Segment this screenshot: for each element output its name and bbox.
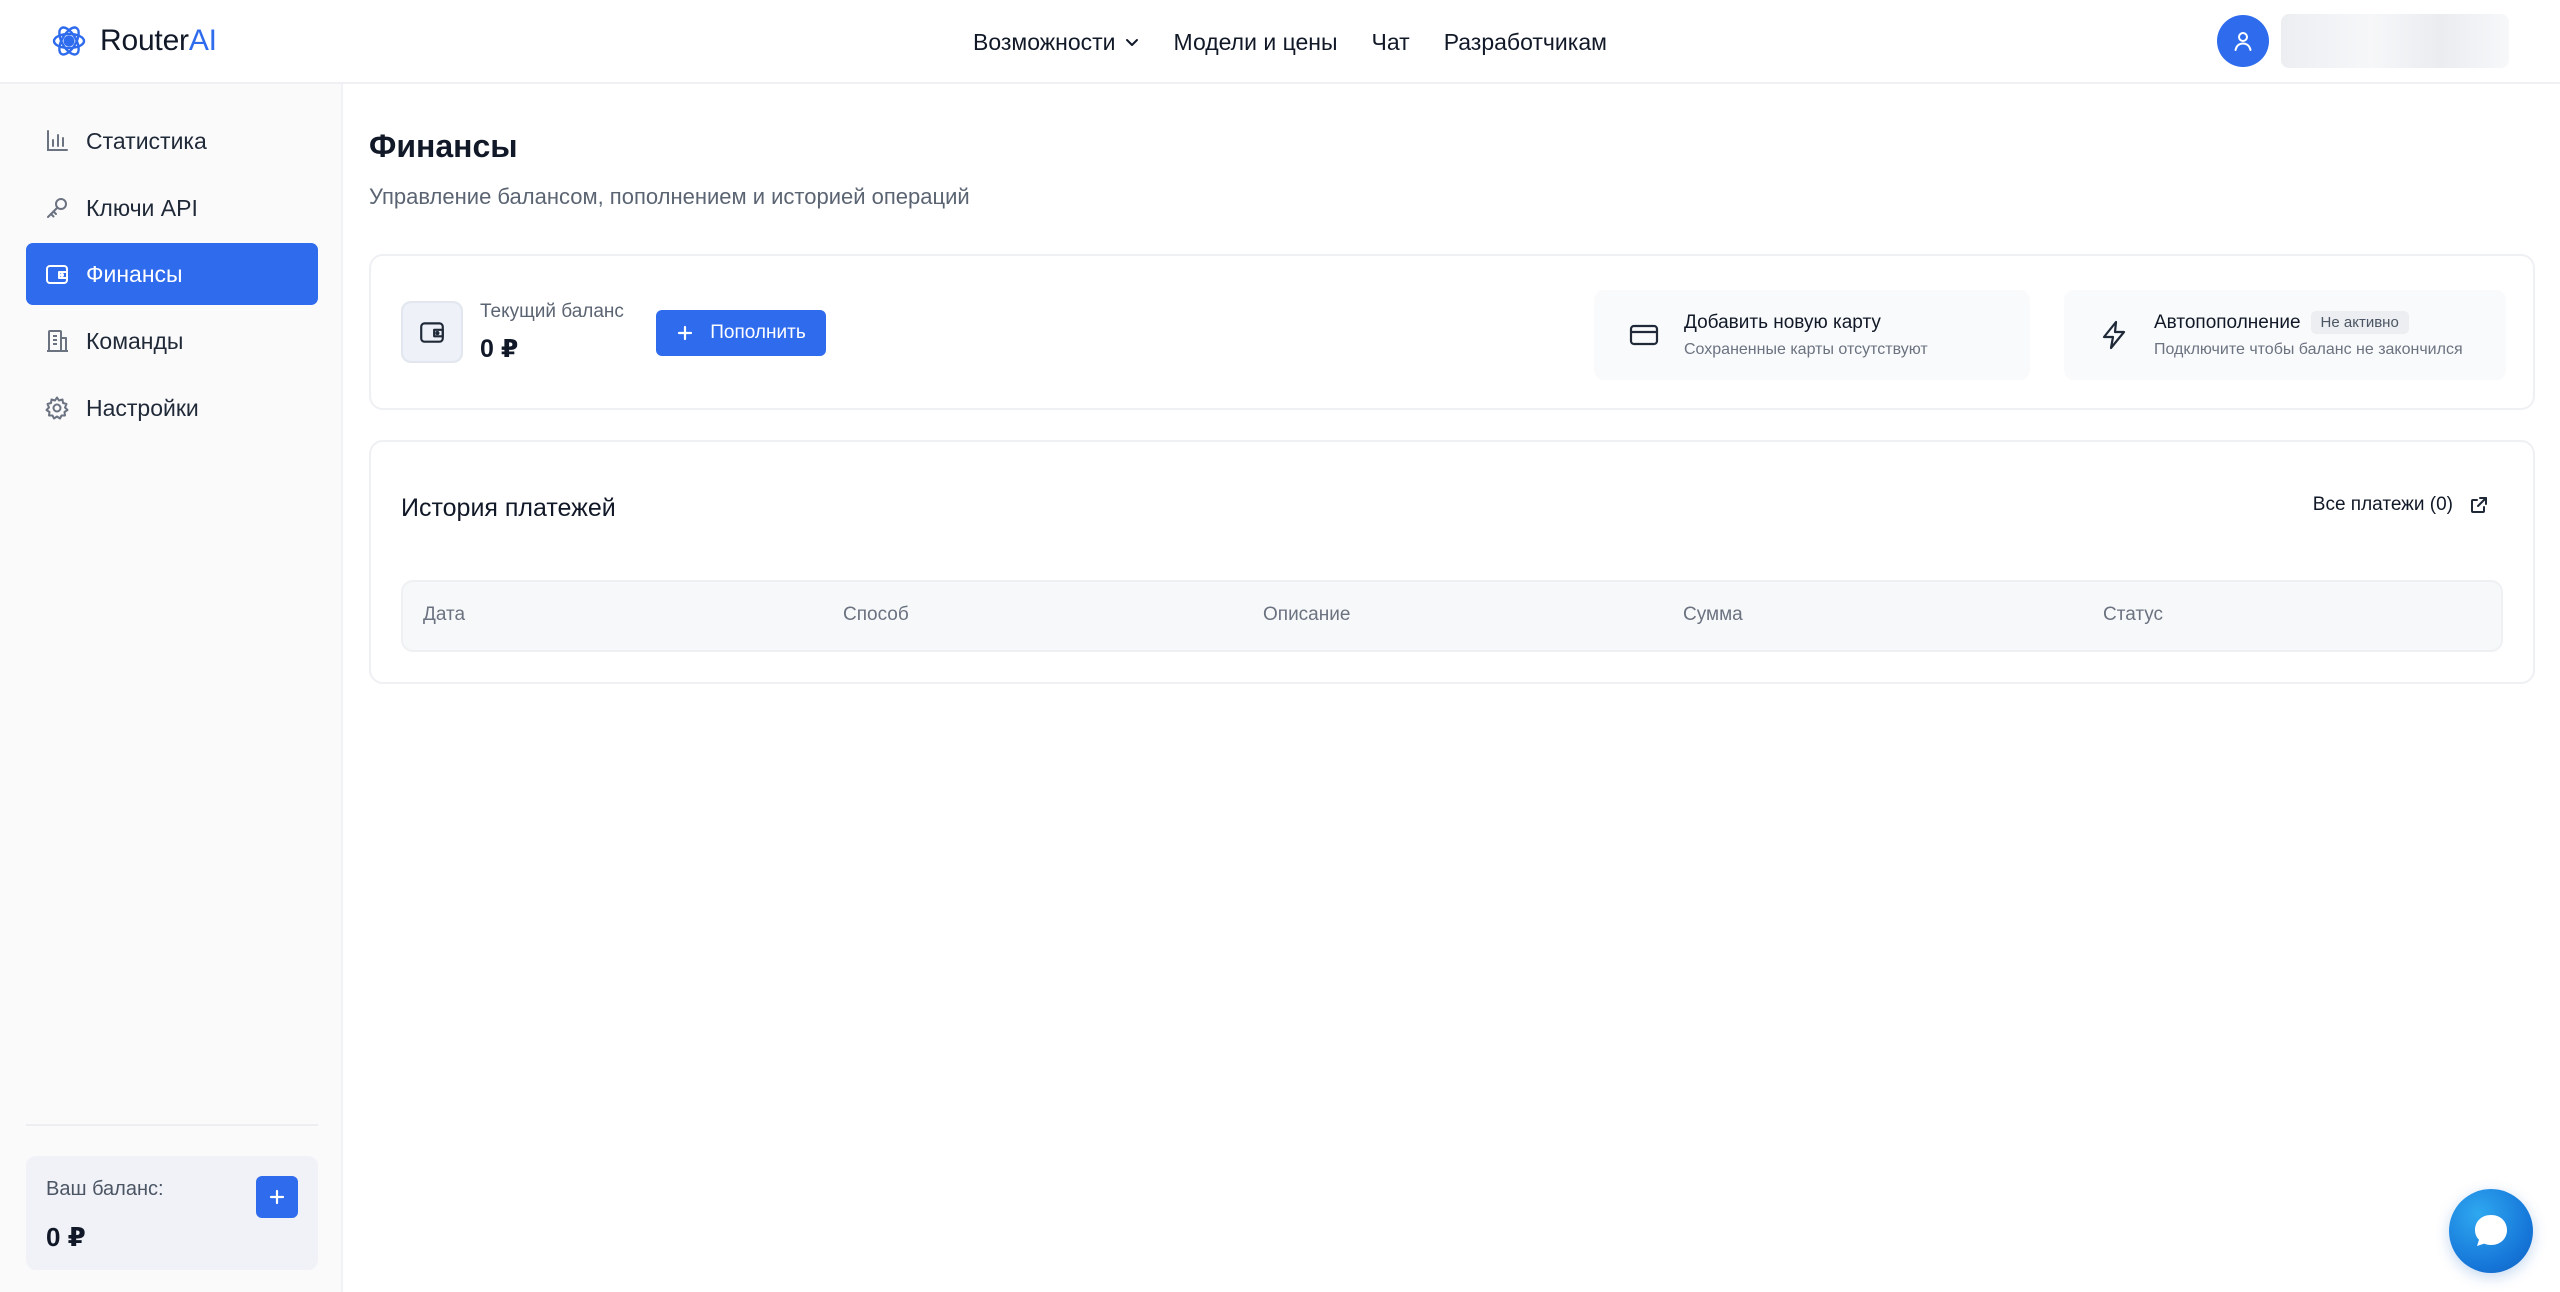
logo[interactable]: RouterAI [50, 20, 217, 62]
nav-models[interactable]: Модели и цены [1174, 29, 1338, 56]
wallet-icon [44, 261, 70, 287]
column-header-description: Описание [1263, 604, 1351, 625]
topup-button-label: Пополнить [710, 322, 806, 343]
autopay-subtitle: Подключите чтобы баланс не закончился [2154, 341, 2463, 358]
sidebar-item-finance[interactable]: Финансы [26, 243, 318, 305]
chevron-down-icon [1124, 34, 1140, 50]
column-header-amount: Сумма [1683, 604, 1743, 625]
add-card-title: Добавить новую карту [1684, 311, 1881, 333]
current-balance-value: 0 ₽ [480, 335, 519, 363]
autopay-title: Автопополнение [2154, 311, 2301, 333]
support-chat-button[interactable] [2449, 1189, 2533, 1273]
payments-table-header: Дата Способ Описание Сумма Статус [401, 580, 2503, 652]
sidebar-add-balance-button[interactable] [256, 1176, 298, 1218]
sidebar-item-label: Настройки [86, 394, 199, 421]
plus-icon [676, 324, 694, 342]
chat-bubble-icon [2469, 1209, 2513, 1253]
sidebar-item-settings[interactable]: Настройки [26, 377, 318, 439]
user-avatar[interactable] [2217, 15, 2269, 67]
plus-icon [268, 1188, 286, 1206]
add-card-tile[interactable]: Добавить новую карту Сохраненные карты о… [1594, 290, 2030, 380]
all-payments-label: Все платежи (0) [2312, 494, 2453, 515]
current-balance-label: Текущий баланс [480, 301, 624, 322]
top-header: RouterAI Возможности Модели и цены Чат Р… [0, 0, 2560, 84]
sidebar: Статистика Ключи API Финансы Команды Нас… [0, 84, 343, 1292]
user-info-redacted[interactable] [2281, 14, 2509, 68]
main-nav: Возможности Модели и цены Чат Разработчи… [973, 22, 1607, 62]
nav-features[interactable]: Возможности [973, 29, 1140, 56]
sidebar-item-statistics[interactable]: Статистика [26, 110, 318, 172]
nav-developers[interactable]: Разработчикам [1444, 29, 1607, 56]
payment-history-title: История платежей [401, 494, 616, 522]
sidebar-item-api-keys[interactable]: Ключи API [26, 177, 318, 239]
sidebar-divider [26, 1124, 318, 1126]
building-icon [44, 328, 70, 354]
page-title: Финансы [369, 128, 518, 164]
sidebar-balance-card: Ваш баланс: 0 ₽ [26, 1156, 318, 1270]
sidebar-item-teams[interactable]: Команды [26, 310, 318, 372]
bar-chart-icon [44, 128, 70, 154]
key-icon [44, 195, 70, 221]
payment-history-card: История платежей Все платежи (0) Дата Сп… [369, 440, 2535, 684]
page-subtitle: Управление балансом, пополнением и истор… [369, 184, 970, 209]
sidebar-item-label: Финансы [86, 260, 183, 287]
gear-icon [44, 395, 70, 421]
sidebar-balance-label: Ваш баланс: [46, 1178, 164, 1200]
sidebar-item-label: Ключи API [86, 194, 198, 221]
nav-features-label: Возможности [973, 28, 1116, 55]
lightning-icon [2088, 309, 2140, 361]
add-card-subtitle: Сохраненные карты отсутствуют [1684, 340, 1928, 358]
logo-icon [50, 22, 88, 60]
sidebar-item-label: Команды [86, 327, 184, 354]
topup-button[interactable]: Пополнить [656, 310, 826, 356]
balance-wallet-box [401, 301, 463, 363]
column-header-status: Статус [2103, 604, 2164, 625]
all-payments-link[interactable]: Все платежи (0) [2313, 494, 2489, 516]
wallet-icon [418, 318, 446, 346]
logo-text-main: Router [100, 24, 189, 57]
balance-card: Текущий баланс 0 ₽ Пополнить Добавить но… [369, 254, 2535, 410]
autopay-status-badge: Не активно [2310, 311, 2409, 334]
external-link-icon [2469, 495, 2489, 515]
column-header-date: Дата [423, 604, 466, 625]
column-header-method: Способ [843, 604, 909, 625]
user-icon [2231, 29, 2255, 53]
credit-card-icon [1618, 309, 1670, 361]
sidebar-item-label: Статистика [86, 127, 207, 154]
autopay-tile[interactable]: Автопополнение Не активно Подключите что… [2064, 290, 2506, 380]
sidebar-balance-value: 0 ₽ [46, 1222, 86, 1252]
logo-text: RouterAI [100, 24, 217, 58]
logo-text-accent: AI [188, 24, 217, 57]
nav-chat[interactable]: Чат [1372, 29, 1410, 56]
